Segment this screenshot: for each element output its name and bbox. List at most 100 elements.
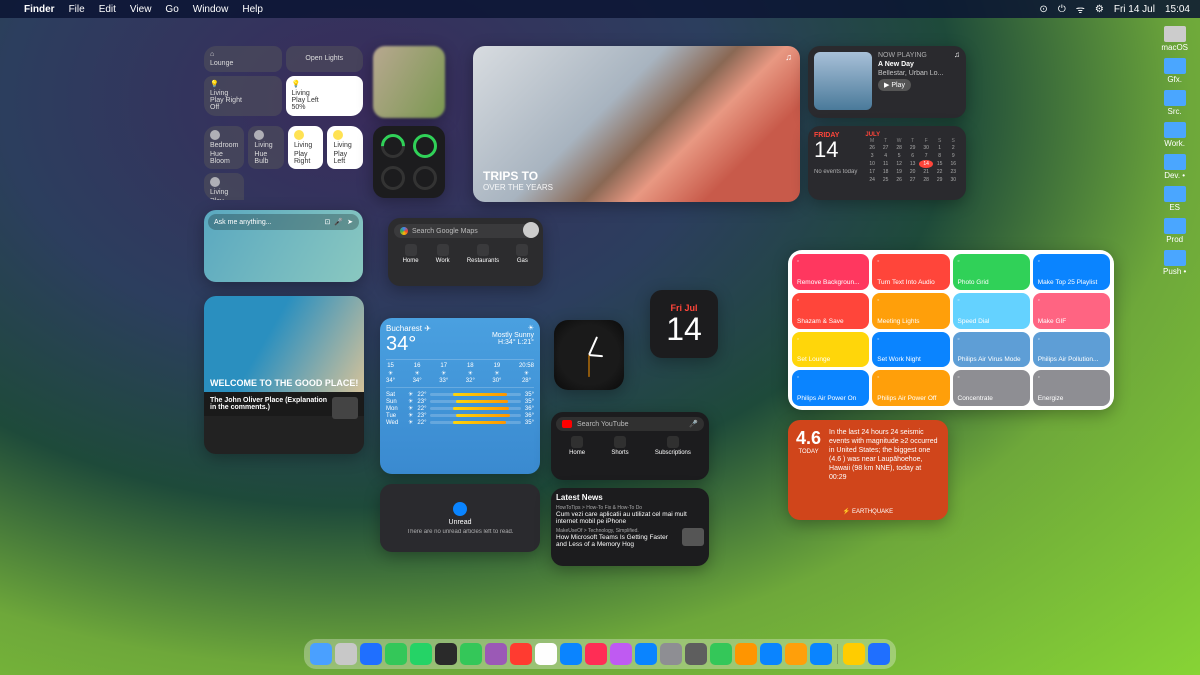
shortcut-tile[interactable]: ◦Energize [1033,370,1110,406]
menu-file[interactable]: File [69,4,85,15]
dock-app-13[interactable] [635,643,657,665]
scan-icon[interactable]: ⊡ [325,218,331,226]
dock-app-1[interactable] [335,643,357,665]
homekit-widget-2[interactable]: BedroomHue Bloom LivingHue Bulb LivingPl… [204,126,363,200]
maps-tab-restaurants[interactable]: Restaurants [467,244,499,264]
shortcut-tile[interactable]: ◦Philips Air Power On [792,370,869,406]
desktop-folder-gfx[interactable]: Gfx. [1164,58,1186,84]
homekit-play-right[interactable]: 💡LivingPlay Right Off [204,76,282,117]
dock-app-20[interactable] [810,643,832,665]
batteries-widget[interactable] [373,126,445,198]
menubar-app[interactable]: Finder [24,4,55,15]
yt-tab-home[interactable]: Home [569,436,585,456]
play-button[interactable]: ▶ Play [878,79,911,91]
photo-widget[interactable] [373,46,445,118]
status-wifi-icon[interactable]: ᯤ [1076,2,1085,16]
mic-icon[interactable]: 🎤 [334,218,343,226]
shortcut-tile[interactable]: ◦Speed Dial [953,293,1030,329]
date-widget[interactable]: Fri Jul 14 [650,290,718,358]
desktop-folder-push[interactable]: Push • [1163,250,1186,276]
homekit-widget-1[interactable]: ⌂Lounge Open Lights 💡LivingPlay Right Of… [204,46,363,116]
music-widget[interactable]: ♫ NOW PLAYING A New Day Bellestar, Urban… [808,46,966,118]
desktop-folder-es[interactable]: ES [1164,186,1186,212]
dock-app-2[interactable] [360,643,382,665]
homekit-living-playright-on[interactable]: LivingPlay Right [288,126,324,169]
desktop-volume-macos[interactable]: macOS [1161,26,1188,52]
homekit-living-bulb[interactable]: LivingHue Bulb [248,126,284,169]
maps-tab-work[interactable]: Work [436,244,450,264]
shortcut-tile[interactable]: ◦Philips Air Virus Mode [953,332,1030,368]
memories-widget[interactable]: ♫ TRIPS TO OVER THE YEARS [473,46,800,202]
clock-widget[interactable] [554,320,624,390]
status-time[interactable]: 15:04 [1165,4,1190,15]
menu-window[interactable]: Window [193,4,229,15]
dock-app-5[interactable] [435,643,457,665]
homekit-bedroom-bloom[interactable]: BedroomHue Bloom [204,126,244,169]
dock-app-17[interactable] [735,643,757,665]
dock-app-9[interactable] [535,643,557,665]
yt-tab-shorts[interactable]: Shorts [611,436,628,456]
menu-edit[interactable]: Edit [99,4,116,15]
menubar[interactable]: Finder File Edit View Go Window Help ⊙ ⏻… [0,0,1200,18]
dock-app-3[interactable] [385,643,407,665]
send-icon[interactable]: ➤ [347,218,353,226]
homekit-open-lights[interactable]: Open Lights [286,46,364,72]
shortcut-tile[interactable]: ◦Set Lounge [792,332,869,368]
shortcut-tile[interactable]: ◦Philips Air Power Off [872,370,949,406]
maps-tab-gas[interactable]: Gas [516,244,528,264]
dock-app-15[interactable] [685,643,707,665]
youtube-widget[interactable]: Search YouTube🎤 Home Shorts Subscription… [551,412,709,480]
dock-app-18[interactable] [760,643,782,665]
ask-widget[interactable]: Ask me anything... ⊡🎤 ➤ [204,210,363,282]
dock-app-19[interactable] [785,643,807,665]
dock-app-14[interactable] [660,643,682,665]
desktop-folder-dev[interactable]: Dev. • [1164,154,1186,180]
news-item-1[interactable]: HowToTips > How-To Fix & How-To DoCum ve… [556,505,704,525]
menu-help[interactable]: Help [242,4,263,15]
homekit-lounge[interactable]: ⌂Lounge [204,46,282,72]
news-item-2[interactable]: MakeUseOf > Technology, Simplified.How M… [556,528,704,548]
shortcut-tile[interactable]: ◦Set Work Night [872,332,949,368]
dock-app-7[interactable] [485,643,507,665]
desktop-folder-prod[interactable]: Prod [1164,218,1186,244]
weather-widget[interactable]: Bucharest ✈ 34° ☀Mostly SunnyH:34° L:21°… [380,318,540,474]
ask-placeholder[interactable]: Ask me anything... [214,219,272,226]
dock-app-0[interactable] [310,643,332,665]
dock-app-11[interactable] [585,643,607,665]
shortcut-tile[interactable]: ◦Philips Air Pollution... [1033,332,1110,368]
yt-tab-subs[interactable]: Subscriptions [655,436,691,456]
homekit-living-playleft-on[interactable]: LivingPlay Left [327,126,363,169]
maps-tab-home[interactable]: Home [403,244,419,264]
desktop-folder-work[interactable]: Work. [1164,122,1186,148]
maps-search[interactable]: Search Google Maps [394,224,537,238]
menu-view[interactable]: View [130,4,152,15]
shortcut-tile[interactable]: ◦Turn Text Into Audio [872,254,949,290]
status-control-icon[interactable]: ⚙ [1095,4,1104,15]
shortcut-tile[interactable]: ◦Remove Backgroun... [792,254,869,290]
unread-widget[interactable]: Unread There are no unread articles left… [380,484,540,552]
reddit-widget[interactable]: WELCOME TO THE GOOD PLACE! The John Oliv… [204,296,364,454]
dock-app-10[interactable] [560,643,582,665]
dock-app-4[interactable] [410,643,432,665]
dock-app-16[interactable] [710,643,732,665]
calendar-widget[interactable]: FRIDAY 14 No events today JULY MTWTFSS26… [808,126,966,200]
dock-app-6[interactable] [460,643,482,665]
dock[interactable] [304,639,896,669]
status-battery-icon[interactable]: ⏻ [1058,4,1066,15]
status-sync-icon[interactable]: ⊙ [1039,4,1047,15]
status-date[interactable]: Fri 14 Jul [1114,4,1155,15]
shortcut-tile[interactable]: ◦Make GIF [1033,293,1110,329]
menu-go[interactable]: Go [165,4,178,15]
desktop-folder-src[interactable]: Src. [1164,90,1186,116]
youtube-search[interactable]: Search YouTube🎤 [556,417,704,431]
homekit-play-left[interactable]: 💡LivingPlay Left 50% [286,76,364,117]
earthquake-widget[interactable]: 4.6TODAY In the last 24 hours 24 seismic… [788,420,948,520]
homekit-living-playright-off[interactable]: LivingPlay Right Off [204,173,244,200]
shortcut-tile[interactable]: ◦Shazam & Save [792,293,869,329]
dock-app-12[interactable] [610,643,632,665]
shortcut-tile[interactable]: ◦Concentrate [953,370,1030,406]
dock-app-22[interactable] [868,643,890,665]
mic-icon[interactable]: 🎤 [689,420,698,428]
shortcuts-widget[interactable]: ◦Remove Backgroun...◦Turn Text Into Audi… [788,250,1114,410]
shortcut-tile[interactable]: ◦Meeting Lights [872,293,949,329]
